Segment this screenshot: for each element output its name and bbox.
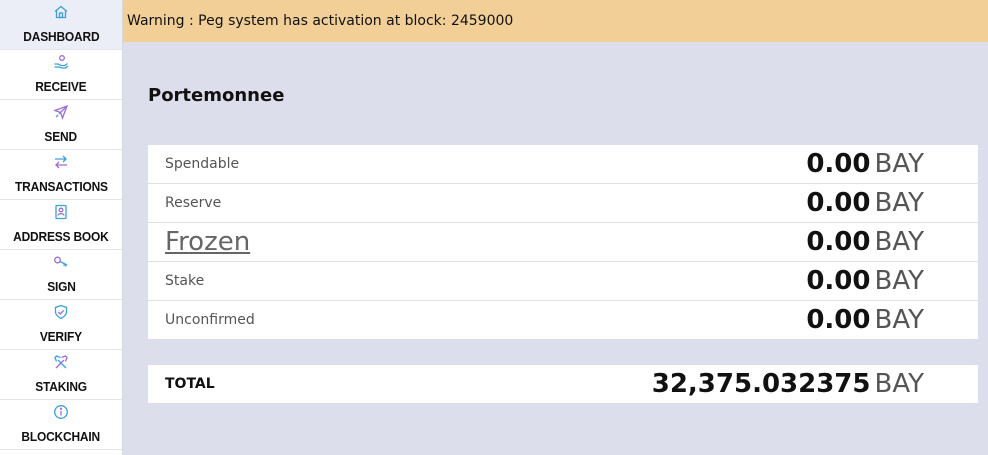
home-icon [52, 3, 70, 21]
balance-amount: 0.00 BAY [806, 227, 924, 257]
balance-row-unconfirmed: Unconfirmed 0.00 BAY [148, 301, 978, 339]
sidebar-item-dashboard[interactable]: DASHBOARD [0, 0, 122, 50]
receive-hand-icon [52, 53, 70, 71]
sidebar-item-sign[interactable]: SIGN [0, 250, 122, 300]
balance-row-reserve: Reserve 0.00 BAY [148, 184, 978, 223]
total-amount: 32,375.032375 BAY [652, 369, 924, 399]
sidebar-item-staking[interactable]: STAKING [0, 350, 122, 400]
page-title: Portemonnee [148, 85, 285, 106]
sidebar-item-label: BLOCKCHAIN [21, 429, 101, 444]
balance-label: Reserve [165, 195, 222, 211]
warning-text: Warning : Peg system has activation at b… [127, 13, 514, 29]
sidebar: DASHBOARD RECEIVE SEND TRANSACTIONS ADDR… [0, 0, 123, 455]
balance-label: Spendable [165, 156, 240, 172]
shield-check-icon [52, 303, 70, 321]
frozen-link[interactable]: Frozen [165, 227, 250, 257]
swap-arrows-icon [52, 153, 70, 171]
amount-unit: BAY [874, 188, 925, 218]
total-label: TOTAL [165, 376, 215, 392]
hammer-pick-icon [52, 353, 70, 371]
sidebar-item-label: VERIFY [39, 329, 83, 344]
sidebar-item-send[interactable]: SEND [0, 100, 122, 150]
address-book-icon [52, 203, 70, 221]
balance-amount: 0.00 BAY [806, 149, 924, 179]
amount-unit: BAY [874, 305, 925, 335]
warning-banner: Warning : Peg system has activation at b… [123, 0, 988, 42]
amount-value: 0.00 [806, 227, 871, 257]
info-icon [52, 403, 70, 421]
main-content: Portemonnee Spendable 0.00 BAY Reserve 0.… [123, 42, 988, 455]
amount-unit: BAY [874, 227, 925, 257]
sidebar-item-receive[interactable]: RECEIVE [0, 50, 122, 100]
sidebar-item-transactions[interactable]: TRANSACTIONS [0, 150, 122, 200]
balance-list: Spendable 0.00 BAY Reserve 0.00 BAY Frozen… [148, 145, 978, 339]
sidebar-item-label: DASHBOARD [22, 29, 100, 44]
key-icon [52, 253, 70, 271]
amount-unit: BAY [874, 266, 925, 296]
amount-value: 0.00 [806, 305, 871, 335]
balance-row-stake: Stake 0.00 BAY [148, 262, 978, 301]
balance-amount: 0.00 BAY [806, 188, 924, 218]
amount-value: 0.00 [806, 188, 871, 218]
balance-amount: 0.00 BAY [806, 266, 924, 296]
sidebar-item-label: SEND [44, 129, 78, 144]
rocket-icon [52, 103, 70, 121]
balance-amount: 0.00 BAY [806, 305, 924, 335]
amount-value: 0.00 [806, 266, 871, 296]
sidebar-item-label: ADDRESS BOOK [13, 229, 109, 244]
amount-value: 0.00 [806, 149, 871, 179]
sidebar-item-label: STAKING [35, 379, 87, 394]
amount-unit: BAY [874, 149, 925, 179]
amount-value: 32,375.032375 [651, 369, 871, 399]
sidebar-item-verify[interactable]: VERIFY [0, 300, 122, 350]
balance-label: Unconfirmed [165, 312, 255, 328]
sidebar-item-address-book[interactable]: ADDRESS BOOK [0, 200, 122, 250]
sidebar-item-label: SIGN [46, 279, 76, 294]
sidebar-item-label: TRANSACTIONS [14, 179, 108, 194]
balance-row-frozen: Frozen 0.00 BAY [148, 223, 978, 262]
sidebar-item-blockchain[interactable]: BLOCKCHAIN [0, 400, 122, 450]
sidebar-item-label: RECEIVE [35, 79, 87, 94]
balance-row-spendable: Spendable 0.00 BAY [148, 145, 978, 184]
total-row: TOTAL 32,375.032375 BAY [148, 365, 978, 403]
amount-unit: BAY [874, 369, 925, 399]
app-window: DASHBOARD RECEIVE SEND TRANSACTIONS ADDR… [0, 0, 988, 455]
balance-label: Stake [165, 273, 205, 289]
